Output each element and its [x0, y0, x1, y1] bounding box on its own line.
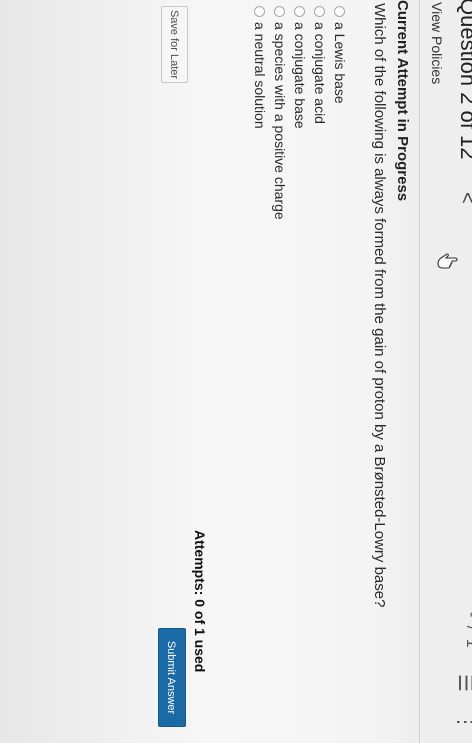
- view-policies-link[interactable]: View Policies: [429, 2, 445, 84]
- question-counter: Question 2 of 12: [456, 0, 472, 160]
- answer-option-label: a conjugate base: [292, 22, 308, 129]
- answer-option-label: a conjugate acid: [312, 22, 328, 124]
- radio-button[interactable]: [334, 6, 346, 17]
- more-options-icon[interactable]: ⋮: [453, 712, 472, 732]
- answer-option[interactable]: a conjugate acid: [312, 6, 328, 220]
- previous-question-button[interactable]: <: [455, 192, 472, 204]
- page-indicator: - / 1: [462, 612, 472, 650]
- answer-option[interactable]: a conjugate base: [292, 6, 308, 220]
- quiz-page: Question 2 of 12 < - / 1 ☰ ⋮ View Polici…: [0, 0, 472, 743]
- answer-option-label: a neutral solution: [252, 22, 268, 129]
- save-for-later-button[interactable]: Save for Later: [161, 6, 188, 83]
- answer-option-label: a Lewis base: [332, 22, 348, 104]
- submit-answer-button[interactable]: Submit Answer: [158, 628, 186, 727]
- radio-button[interactable]: [314, 6, 326, 17]
- question-text: Which of the following is always formed …: [371, 3, 388, 608]
- list-icon[interactable]: ☰: [453, 674, 472, 692]
- quiz-footer: Save for Later Attempts: 0 of 1 used Sub…: [147, 0, 213, 743]
- answer-option[interactable]: a species with a positive charge: [272, 6, 288, 220]
- top-bar: Question 2 of 12 < - / 1 ☰ ⋮ View Polici…: [419, 0, 472, 743]
- hand-cursor-icon: [437, 253, 458, 269]
- attempts-counter: Attempts: 0 of 1 used: [192, 530, 208, 673]
- answer-option-label: a species with a positive charge: [272, 22, 288, 220]
- radio-button[interactable]: [294, 6, 306, 17]
- attempt-status: Current Attempt in Progress: [394, 0, 411, 202]
- answer-options: a Lewis base a conjugate acid a conjugat…: [248, 6, 348, 220]
- radio-button[interactable]: [274, 6, 286, 17]
- answer-option[interactable]: a neutral solution: [252, 6, 268, 220]
- radio-button[interactable]: [254, 6, 266, 17]
- answer-option[interactable]: a Lewis base: [332, 6, 348, 220]
